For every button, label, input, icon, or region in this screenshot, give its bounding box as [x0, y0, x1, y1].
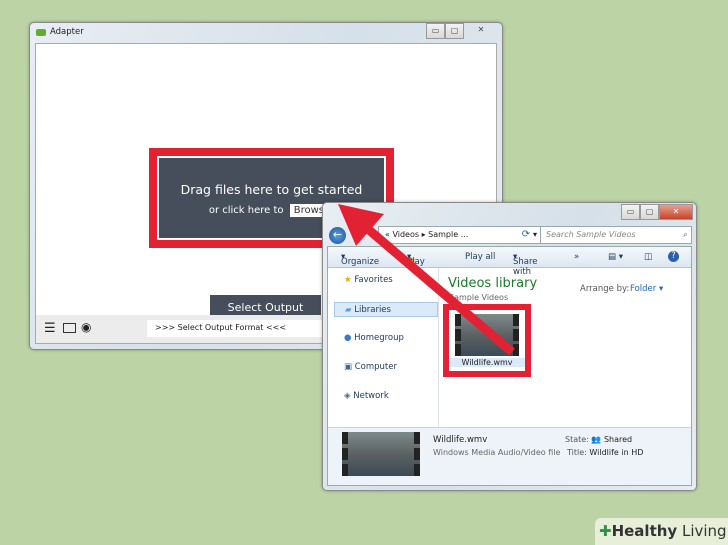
- watermark-logo: ✚Healthy Living: [595, 518, 728, 545]
- plus-icon: ✚: [599, 522, 612, 540]
- drag-arrow: [338, 204, 515, 356]
